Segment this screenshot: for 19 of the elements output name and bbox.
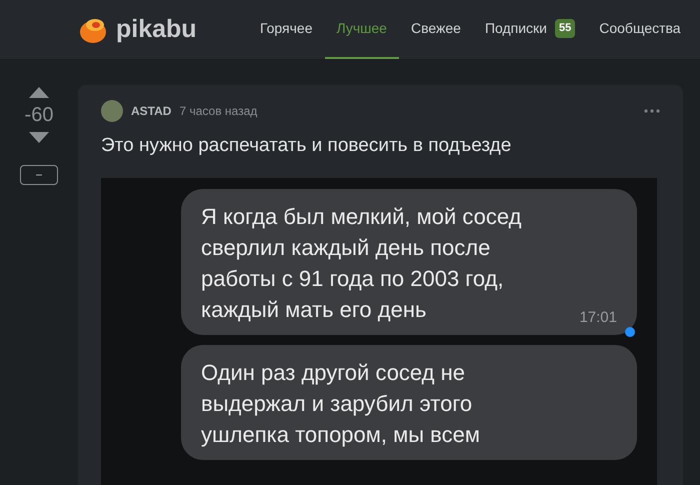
downvote-icon[interactable] [29, 132, 49, 143]
message-time: 17:01 [579, 310, 617, 324]
message-text: Один раз другой сосед не выдержал и зарубил этого ушлепка топором, мы всем [201, 358, 481, 449]
post-title: Это нужно распечатать и повесить в подъезде [101, 134, 512, 158]
nav-tab[interactable]: Горячее [248, 0, 325, 59]
count-badge: 55 [555, 19, 576, 38]
nav-tab[interactable]: Сообщества [587, 0, 693, 59]
nav-tab[interactable]: Лучшее [324, 0, 399, 59]
avatar[interactable] [101, 100, 123, 122]
author-name[interactable]: ASTAD [131, 102, 172, 120]
rating-score: -60 [24, 103, 54, 128]
collapse-button[interactable]: − [20, 165, 58, 185]
nav-tab[interactable]: Подписки 55 [472, 0, 588, 59]
nav-tab[interactable]: Свежее [398, 0, 473, 59]
more-icon[interactable] [644, 109, 660, 113]
message-text: Я когда был мелкий, мой сосед сверлил каждый день после работы с 91 года по 2003 год, каждый мать его день [201, 202, 522, 324]
upvote-icon[interactable] [29, 87, 49, 98]
logo-text[interactable]: pikabu [116, 10, 197, 48]
post-time: 7 часов назад [179, 103, 258, 120]
